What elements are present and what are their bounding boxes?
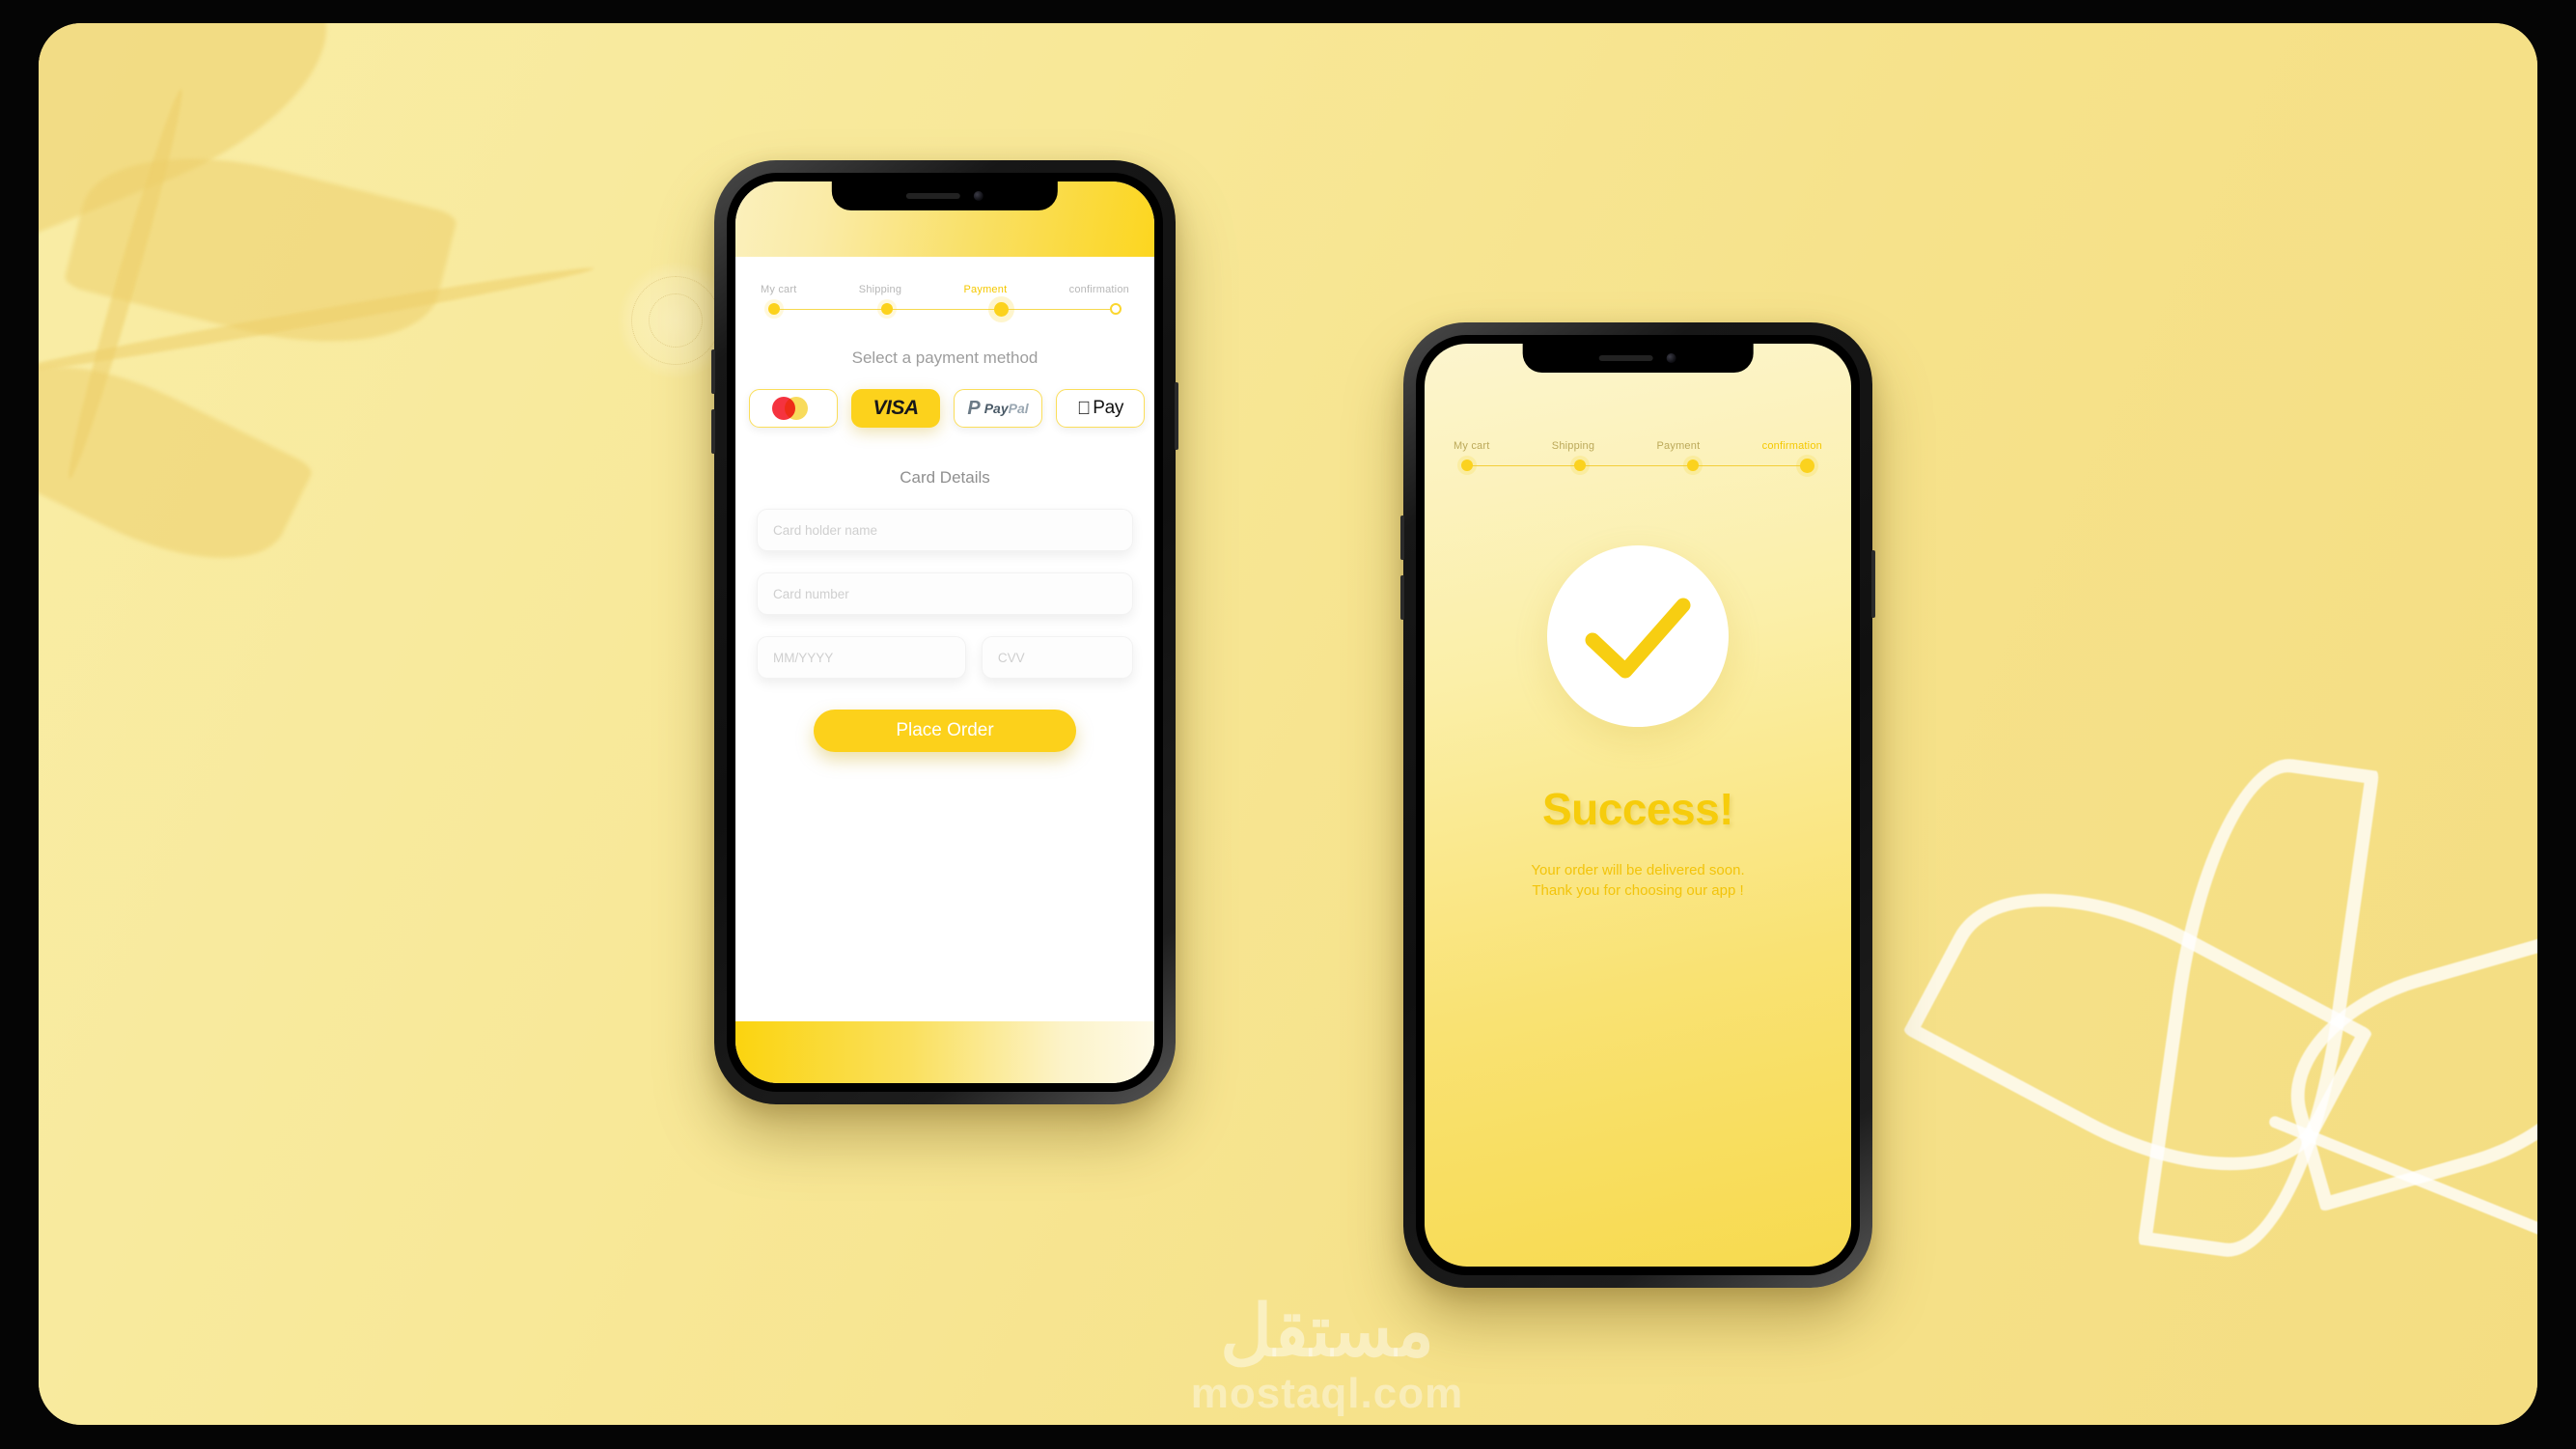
- design-canvas: My cart Shipping Payment confirmation Se…: [39, 23, 2537, 1425]
- stepper-labels: My cart Shipping Payment confirmation: [757, 284, 1133, 295]
- stepper-track: [757, 301, 1133, 317]
- card-details-heading: Card Details: [900, 468, 990, 487]
- phone2-power-button: [1871, 550, 1875, 618]
- success-check-badge: [1547, 545, 1729, 727]
- phone-mockup-success: My cart Shipping Payment confirmation Su…: [1400, 322, 1875, 1288]
- success-screen-body: My cart Shipping Payment confirmation Su…: [1425, 344, 1851, 1267]
- stepper-labels: My cart Shipping Payment confirmation: [1450, 440, 1826, 452]
- payment-screen-body: My cart Shipping Payment confirmation Se…: [735, 257, 1154, 1021]
- success-message-line-1: Your order will be delivered soon.: [1531, 862, 1745, 878]
- phone1-volume-down-button: [711, 409, 715, 454]
- paypal-icon: P PayPal: [967, 398, 1029, 419]
- cvv-wrap: [981, 636, 1133, 679]
- watermark-latin-text: mostaql.com: [1190, 1370, 1464, 1417]
- mastercard-icon: [770, 394, 817, 423]
- phone1-volume-up-button: [711, 349, 715, 394]
- phone1-power-button: [1175, 382, 1178, 450]
- mostaql-watermark: مستقل mostaql.com: [1153, 1296, 1501, 1415]
- expiry-cvv-row: [757, 636, 1133, 679]
- applepay-icon:  Pay: [1077, 398, 1123, 419]
- front-camera-icon: [973, 191, 983, 201]
- card-holder-name-wrap: [757, 509, 1133, 551]
- card-holder-name-input[interactable]: [757, 509, 1133, 551]
- earpiece-speaker-icon: [1598, 355, 1653, 361]
- step-dot-confirmation[interactable]: [1110, 303, 1122, 315]
- front-camera-icon: [1666, 353, 1676, 363]
- card-number-wrap: [757, 572, 1133, 615]
- place-order-button[interactable]: Place Order: [814, 710, 1076, 752]
- checkmark-icon: [1585, 598, 1691, 679]
- phone1-bezel: My cart Shipping Payment confirmation Se…: [727, 173, 1163, 1092]
- step-label-my-cart[interactable]: My cart: [761, 284, 796, 295]
- step-label-confirmation[interactable]: confirmation: [1069, 284, 1129, 295]
- phone-mockup-payment: My cart Shipping Payment confirmation Se…: [711, 160, 1178, 1104]
- step-dot-my-cart[interactable]: [768, 303, 780, 315]
- step-dot-my-cart[interactable]: [1461, 460, 1473, 471]
- payment-method-heading: Select a payment method: [851, 348, 1039, 367]
- stepper-connector-line: [1469, 465, 1807, 466]
- expiry-wrap: [757, 636, 966, 679]
- step-label-my-cart[interactable]: My cart: [1454, 440, 1489, 452]
- phone1-bottom-gradient-band: [735, 1021, 1154, 1083]
- step-label-shipping[interactable]: Shipping: [859, 284, 901, 295]
- step-dot-payment[interactable]: [1687, 460, 1699, 471]
- phone2-volume-down-button: [1400, 575, 1404, 620]
- screenshot-stage: My cart Shipping Payment confirmation Se…: [0, 0, 2576, 1449]
- step-label-payment[interactable]: Payment: [1657, 440, 1701, 452]
- phone1-notch: [831, 181, 1059, 210]
- payment-method-visa[interactable]: VISA: [851, 389, 940, 428]
- checkout-stepper-success: My cart Shipping Payment confirmation: [1425, 440, 1851, 473]
- applepay-label: Pay: [1086, 398, 1123, 418]
- step-label-confirmation[interactable]: confirmation: [1762, 440, 1822, 452]
- step-label-shipping[interactable]: Shipping: [1552, 440, 1594, 452]
- step-dot-confirmation[interactable]: [1800, 458, 1814, 473]
- success-message: Your order will be delivered soon. Thank…: [1531, 860, 1744, 902]
- step-dot-shipping[interactable]: [881, 303, 893, 315]
- stepper-connector-line: [776, 309, 1114, 310]
- phone2-volume-up-button: [1400, 516, 1404, 560]
- phone2-screen: My cart Shipping Payment confirmation Su…: [1425, 344, 1851, 1267]
- checkout-stepper: My cart Shipping Payment confirmation: [757, 257, 1133, 317]
- earpiece-speaker-icon: [905, 193, 960, 199]
- phone2-notch: [1522, 344, 1754, 373]
- payment-method-mastercard[interactable]: [749, 389, 838, 428]
- phone2-bezel: My cart Shipping Payment confirmation Su…: [1416, 335, 1860, 1275]
- payment-method-applepay[interactable]:  Pay: [1056, 389, 1145, 428]
- card-number-input[interactable]: [757, 572, 1133, 615]
- payment-method-paypal[interactable]: P PayPal: [954, 389, 1042, 428]
- visa-icon: VISA: [873, 397, 919, 419]
- expiry-input[interactable]: [757, 636, 966, 679]
- watermark-arabic-text: مستقل: [1220, 1291, 1434, 1371]
- payment-method-list: VISA P PayPal : [749, 389, 1154, 428]
- phone1-screen: My cart Shipping Payment confirmation Se…: [735, 181, 1154, 1083]
- stepper-track: [1450, 458, 1826, 473]
- step-dot-shipping[interactable]: [1574, 460, 1586, 471]
- step-dot-payment[interactable]: [994, 301, 1009, 317]
- step-label-payment[interactable]: Payment: [964, 284, 1008, 295]
- success-message-line-2: Thank you for choosing our app !: [1532, 882, 1744, 900]
- cvv-input[interactable]: [981, 636, 1133, 679]
- success-title: Success!: [1541, 784, 1734, 834]
